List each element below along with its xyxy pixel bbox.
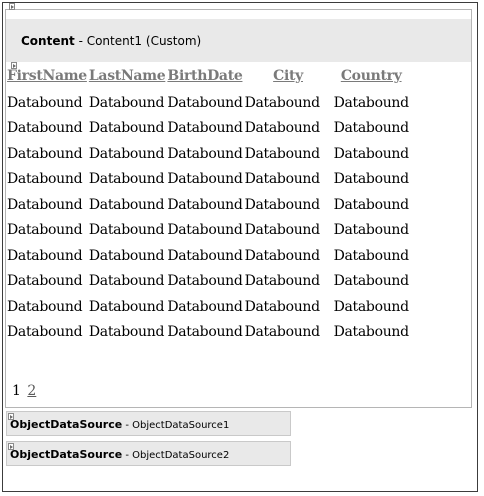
objectdatasource-2[interactable]: ObjectDataSource - ObjectDataSource2 [6, 441, 291, 466]
table-row: Databound Databound Databound Databound Data… [6, 243, 410, 269]
table-cell: Databound [244, 171, 321, 188]
ods2-type: ObjectDataSource [10, 448, 123, 461]
col-header-firstname[interactable]: FirstName [6, 62, 88, 90]
table-cell: Databound [244, 298, 321, 315]
table-cell: Databound [88, 145, 165, 162]
table-cell: Databound [7, 247, 83, 264]
table-cell: Databound [7, 324, 83, 341]
table-cell: Databound [333, 222, 410, 239]
table-cell: Databound [333, 247, 410, 264]
table-cell: Databound [88, 247, 165, 264]
table-cell: Databound [167, 196, 243, 213]
table-cell: Databound [7, 196, 83, 213]
table-cell: Databound [167, 247, 243, 264]
grid-pager: 1 2 [12, 383, 36, 399]
table-row: Databound Databound Databound Databound Data… [6, 192, 410, 218]
smart-tag-icon[interactable] [9, 3, 15, 10]
table-row: Databound Databound Databound Databound Data… [6, 320, 410, 346]
table-cell: Databound [7, 94, 83, 111]
table-cell: Databound [88, 273, 165, 290]
content-subtitle: - Content1 (Custom) [74, 34, 202, 48]
table-cell: Databound [7, 298, 83, 315]
grid-header-row: FirstName LastName BirthDate City Countr… [6, 62, 410, 90]
col-header-city[interactable]: City [244, 62, 333, 90]
content-title: Content [21, 34, 75, 48]
table-cell: Databound [244, 222, 321, 239]
table-row: Databound Databound Databound Databound Data… [6, 294, 410, 320]
pager-current-page: 1 [12, 383, 21, 399]
col-header-birthdate[interactable]: BirthDate [166, 62, 243, 90]
table-cell: Databound [167, 145, 243, 162]
table-row: Databound Databound Databound Databound Data… [6, 141, 410, 167]
table-row: Databound Databound Databound Databound Data… [6, 167, 410, 193]
table-cell: Databound [244, 324, 321, 341]
col-header-country[interactable]: Country [333, 62, 410, 90]
table-cell: Databound [167, 94, 243, 111]
content-header: Content - Content1 (Custom) [6, 19, 471, 62]
table-cell: Databound [88, 94, 165, 111]
table-cell: Databound [167, 298, 243, 315]
table-cell: Databound [167, 324, 243, 341]
table-cell: Databound [244, 273, 321, 290]
table-cell: Databound [244, 145, 321, 162]
ods1-name: - ObjectDataSource1 [122, 420, 230, 431]
table-cell: Databound [167, 120, 243, 137]
ods1-smart-tag-icon[interactable] [8, 413, 14, 420]
table-cell: Databound [88, 298, 165, 315]
table-row: Databound Databound Databound Databound Data… [6, 90, 410, 116]
table-cell: Databound [333, 171, 410, 188]
table-cell: Databound [333, 94, 410, 111]
table-cell: Databound [7, 120, 83, 137]
table-cell: Databound [167, 171, 243, 188]
gridview[interactable]: FirstName LastName BirthDate City Countr… [6, 62, 410, 345]
table-cell: Databound [7, 222, 83, 239]
table-cell: Databound [7, 171, 83, 188]
objectdatasource-1[interactable]: ObjectDataSource - ObjectDataSource1 [6, 411, 291, 436]
table-cell: Databound [167, 222, 243, 239]
pager-page-link[interactable]: 2 [27, 383, 36, 399]
table-row: Databound Databound Databound Databound Data… [6, 218, 410, 244]
table-cell: Databound [88, 222, 165, 239]
table-cell: Databound [88, 324, 165, 341]
table-row: Databound Databound Databound Databound Data… [6, 116, 410, 142]
col-header-lastname[interactable]: LastName [88, 62, 166, 90]
table-cell: Databound [333, 145, 410, 162]
table-cell: Databound [244, 120, 321, 137]
table-cell: Databound [333, 120, 410, 137]
table-cell: Databound [333, 196, 410, 213]
ods2-name: - ObjectDataSource2 [122, 450, 230, 461]
table-cell: Databound [88, 171, 165, 188]
table-row: Databound Databound Databound Databound Data… [6, 269, 410, 295]
table-cell: Databound [7, 145, 83, 162]
table-cell: Databound [88, 120, 165, 137]
table-cell: Databound [333, 324, 410, 341]
table-cell: Databound [333, 273, 410, 290]
ods1-type: ObjectDataSource [10, 418, 123, 431]
table-cell: Databound [244, 94, 321, 111]
table-cell: Databound [167, 273, 243, 290]
table-cell: Databound [244, 196, 321, 213]
ods2-smart-tag-icon[interactable] [8, 443, 14, 450]
table-cell: Databound [88, 196, 165, 213]
table-cell: Databound [7, 273, 83, 290]
table-cell: Databound [244, 247, 321, 264]
table-cell: Databound [333, 298, 410, 315]
